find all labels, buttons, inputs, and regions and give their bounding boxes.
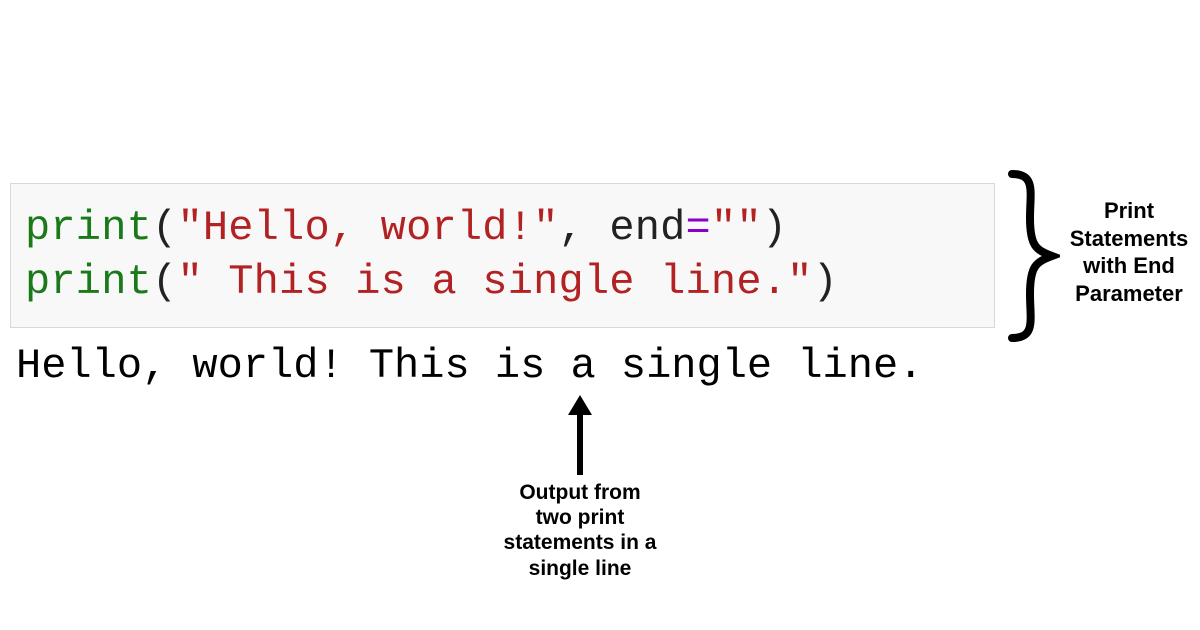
program-output: Hello, world! This is a single line. bbox=[16, 340, 923, 394]
right-annotation-label: Print Statements with End Parameter bbox=[1062, 197, 1196, 307]
code-line-1: print("Hello, world!", end="") bbox=[25, 204, 787, 252]
token-func: print bbox=[25, 204, 152, 252]
token-comma: , bbox=[559, 204, 610, 252]
token-operator-assign: = bbox=[686, 204, 711, 252]
token-open-paren: ( bbox=[152, 204, 177, 252]
token-string-this-is: " This is a single line." bbox=[177, 258, 812, 306]
token-close-paren: ) bbox=[762, 204, 787, 252]
diagram-canvas: print("Hello, world!", end="") print(" T… bbox=[0, 0, 1200, 630]
token-keyword-end: end bbox=[609, 204, 685, 252]
up-arrow-icon bbox=[566, 395, 594, 475]
code-block: print("Hello, world!", end="") print(" T… bbox=[10, 183, 995, 328]
curly-brace-icon bbox=[1000, 168, 1060, 344]
token-close-paren: ) bbox=[813, 258, 838, 306]
code-line-2: print(" This is a single line.") bbox=[25, 258, 838, 306]
token-func: print bbox=[25, 258, 152, 306]
token-string-empty: "" bbox=[711, 204, 762, 252]
token-open-paren: ( bbox=[152, 258, 177, 306]
token-string-hello: "Hello, world!" bbox=[177, 204, 558, 252]
bottom-annotation-label: Output from two print statements in a si… bbox=[500, 480, 660, 581]
